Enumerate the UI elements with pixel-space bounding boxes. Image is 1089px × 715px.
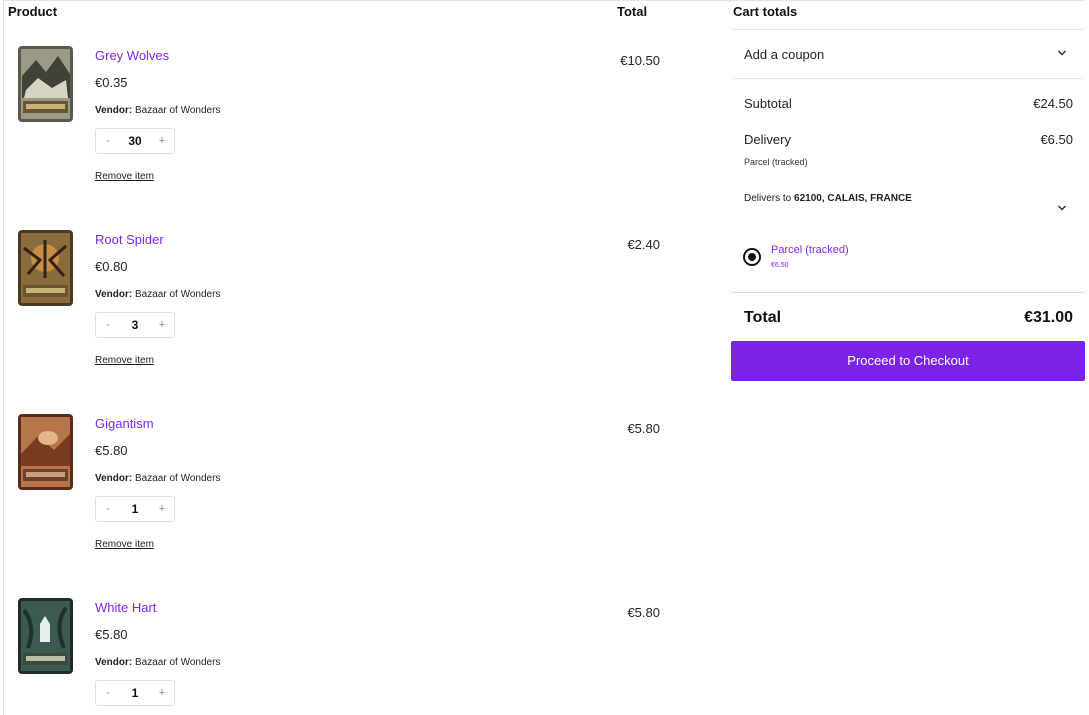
remove-item-link[interactable]: Remove item — [95, 355, 154, 366]
delivery-destination: 62100, CALAIS, FRANCE — [794, 193, 912, 204]
quantity-stepper: - 1 + — [95, 496, 175, 522]
delivery-label: Delivery — [744, 132, 791, 147]
cart-totals-heading: Cart totals — [733, 4, 798, 19]
vendor-label: Vendor: — [95, 289, 133, 300]
minus-icon[interactable]: - — [98, 313, 118, 337]
product-name-link[interactable]: Grey Wolves — [95, 48, 169, 63]
quantity-input[interactable]: 3 — [118, 313, 152, 337]
product-thumbnail[interactable] — [18, 230, 73, 306]
line-total: €5.80 — [627, 605, 660, 620]
vendor-label: Vendor: — [95, 105, 133, 116]
quantity-stepper: - 3 + — [95, 312, 175, 338]
product-unit-price: €5.80 — [95, 627, 128, 642]
product-thumbnail[interactable] — [18, 46, 73, 122]
vendor-name: Bazaar of Wonders — [135, 289, 221, 300]
cart-item: Root Spider €0.80 Vendor: Bazaar of Wond… — [0, 224, 700, 408]
line-total: €10.50 — [620, 53, 660, 68]
delivery-method: Parcel (tracked) — [744, 157, 808, 167]
shipping-option-radio[interactable] — [743, 248, 761, 266]
quantity-input[interactable]: 1 — [118, 497, 152, 521]
line-total: €2.40 — [627, 237, 660, 252]
delivers-to-label: Delivers to — [744, 193, 792, 204]
quantity-input[interactable]: 30 — [118, 129, 152, 153]
minus-icon[interactable]: - — [98, 129, 118, 153]
product-name-link[interactable]: Root Spider — [95, 232, 164, 247]
plus-icon[interactable]: + — [152, 313, 172, 337]
divider — [731, 292, 1085, 293]
quantity-stepper: - 1 + — [95, 680, 175, 706]
vendor-label: Vendor: — [95, 657, 133, 668]
cart-item: White Hart €5.80 Vendor: Bazaar of Wonde… — [0, 592, 700, 715]
product-name-link[interactable]: White Hart — [95, 600, 156, 615]
vendor-name: Bazaar of Wonders — [135, 473, 221, 484]
vendor-label: Vendor: — [95, 473, 133, 484]
shipping-option-price: €6.50 — [771, 262, 789, 269]
chevron-down-icon[interactable] — [1057, 204, 1067, 215]
total-value: €31.00 — [1024, 309, 1073, 326]
product-vendor: Vendor: Bazaar of Wonders — [95, 657, 220, 668]
plus-icon[interactable]: + — [152, 681, 172, 705]
product-column-header: Product — [8, 4, 58, 19]
product-name-link[interactable]: Gigantism — [95, 416, 154, 431]
minus-icon[interactable]: - — [98, 681, 118, 705]
subtotal-label: Subtotal — [744, 96, 792, 111]
vendor-name: Bazaar of Wonders — [135, 105, 221, 116]
product-thumbnail[interactable] — [18, 414, 73, 490]
quantity-input[interactable]: 1 — [118, 681, 152, 705]
product-unit-price: €5.80 — [95, 443, 128, 458]
product-vendor: Vendor: Bazaar of Wonders — [95, 289, 220, 300]
total-label: Total — [744, 309, 782, 326]
total-column-header: Total — [617, 4, 648, 19]
delivery-value: €6.50 — [1040, 132, 1073, 147]
product-vendor: Vendor: Bazaar of Wonders — [95, 105, 220, 116]
proceed-to-checkout-button[interactable]: Proceed to Checkout — [731, 341, 1085, 381]
shipping-option-label[interactable]: Parcel (tracked) — [771, 244, 849, 256]
product-thumbnail[interactable] — [18, 598, 73, 674]
cart-item: Grey Wolves €0.35 Vendor: Bazaar of Wond… — [0, 40, 700, 224]
delivery-address: Delivers to 62100, CALAIS, FRANCE — [744, 193, 912, 204]
quantity-stepper: - 30 + — [95, 128, 175, 154]
cart-item: Gigantism €5.80 Vendor: Bazaar of Wonder… — [0, 408, 700, 592]
product-unit-price: €0.80 — [95, 259, 128, 274]
plus-icon[interactable]: + — [152, 129, 172, 153]
product-unit-price: €0.35 — [95, 75, 128, 90]
chevron-down-icon[interactable] — [1057, 49, 1067, 60]
line-total: €5.80 — [627, 421, 660, 436]
remove-item-link[interactable]: Remove item — [95, 171, 154, 182]
product-vendor: Vendor: Bazaar of Wonders — [95, 473, 220, 484]
top-divider — [3, 0, 1085, 1]
remove-item-link[interactable]: Remove item — [95, 539, 154, 550]
plus-icon[interactable]: + — [152, 497, 172, 521]
divider — [731, 78, 1085, 79]
subtotal-value: €24.50 — [1033, 96, 1073, 111]
minus-icon[interactable]: - — [98, 497, 118, 521]
divider — [731, 29, 1085, 30]
vendor-name: Bazaar of Wonders — [135, 657, 221, 668]
add-coupon-toggle[interactable]: Add a coupon — [744, 47, 824, 62]
